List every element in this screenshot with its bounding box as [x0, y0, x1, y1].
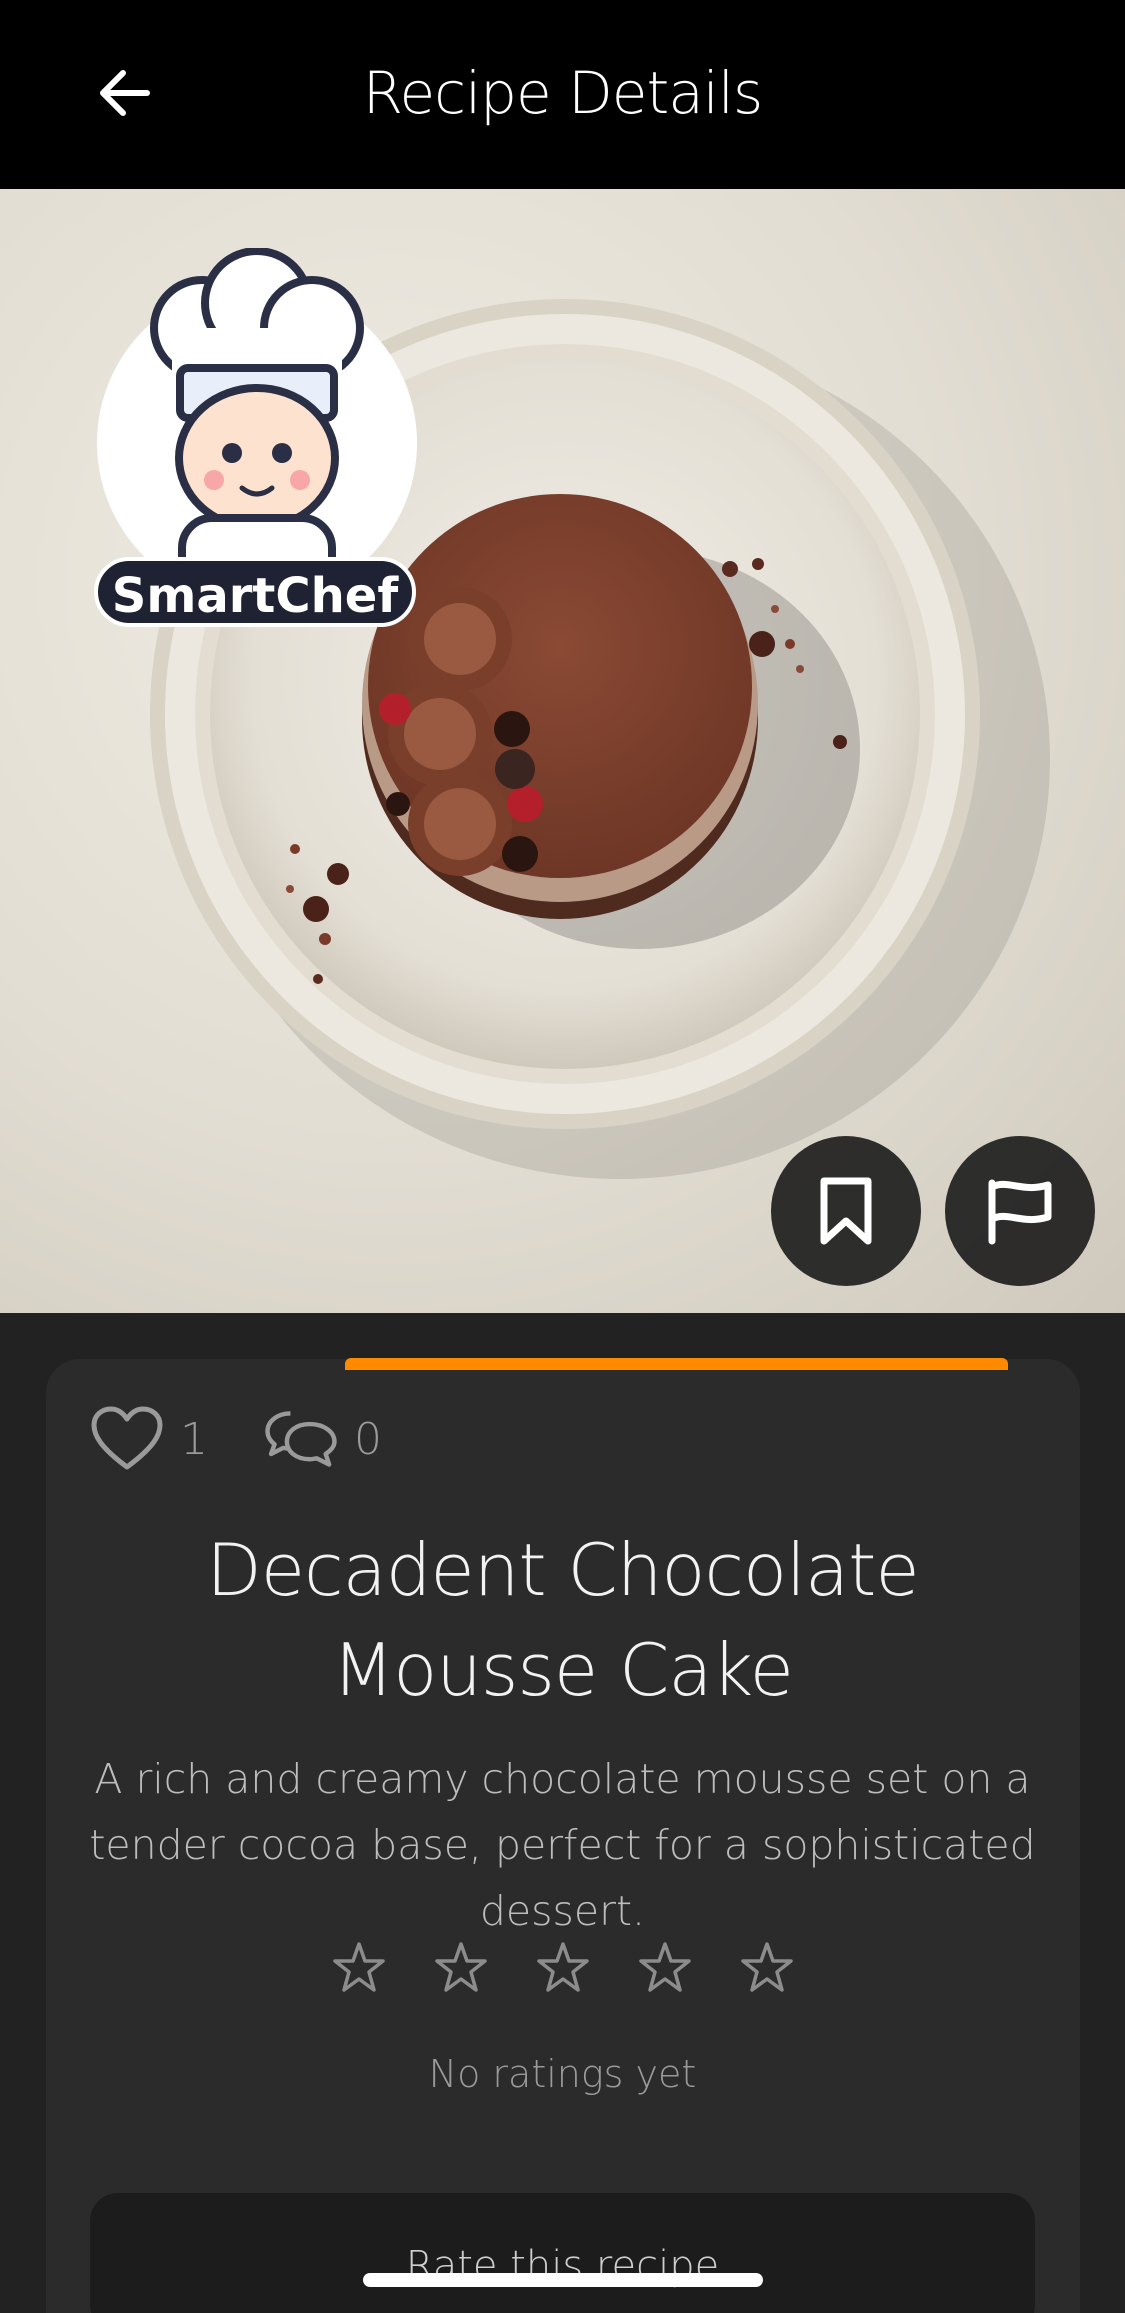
report-recipe-button[interactable] [945, 1136, 1095, 1286]
star-2-icon[interactable] [433, 1940, 489, 1996]
star-rating [0, 1940, 1125, 2010]
recipe-details-screen: Recipe Details SmartChef 1 0 Decadent Ch… [0, 0, 1125, 2313]
likes-count: 1 [180, 1413, 208, 1465]
recipe-stats: 1 0 [90, 1404, 438, 1474]
comments-count: 0 [354, 1413, 382, 1465]
accent-bar [345, 1358, 1008, 1370]
bookmark-icon [820, 1177, 872, 1245]
rate-recipe-button[interactable]: Rate this recipe [90, 2193, 1035, 2313]
recipe-title: Decadent Chocolate Mousse Cake [206, 1528, 919, 1712]
flag-icon [988, 1179, 1052, 1245]
star-3-icon[interactable] [535, 1940, 591, 1996]
star-5-icon[interactable] [739, 1940, 795, 1996]
top-bar: Recipe Details [0, 0, 1125, 189]
like-button[interactable] [90, 1404, 164, 1474]
comments-button[interactable] [264, 1404, 338, 1474]
star-1-icon[interactable] [331, 1940, 387, 1996]
logo-wordmark: SmartChef [94, 557, 416, 627]
heart-icon [91, 1406, 163, 1470]
chat-bubbles-icon [265, 1411, 337, 1467]
rating-status: No ratings yet [428, 2052, 697, 2096]
star-4-icon[interactable] [637, 1940, 693, 1996]
page-title: Recipe Details [362, 59, 763, 127]
home-indicator[interactable] [363, 2273, 763, 2287]
recipe-description: A rich and creamy chocolate mousse set o… [89, 1755, 1036, 1935]
save-recipe-button[interactable] [771, 1136, 921, 1286]
recipe-hero-image: SmartChef [0, 189, 1125, 1313]
